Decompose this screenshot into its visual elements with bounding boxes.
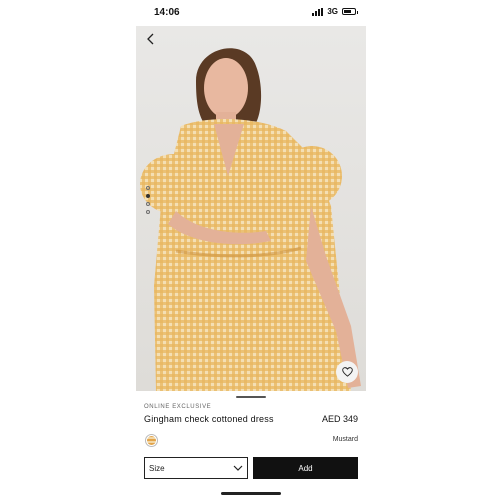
app-screen: 14:06 3G ONLINE EXCLUSIVE Gingham check … [136,0,366,500]
size-label: Size [149,463,165,473]
color-swatch[interactable] [145,434,158,447]
gallery-dot[interactable] [146,186,150,190]
signal-icon [312,7,324,16]
chevron-left-icon [147,33,154,45]
gallery-dot[interactable] [146,202,150,206]
network-type: 3G [327,7,338,16]
product-title: Gingham check cottoned dress [144,414,274,424]
chevron-down-icon [233,465,243,471]
battery-level [344,10,351,13]
add-to-bag-button[interactable]: Add [253,457,358,479]
product-price: AED 349 [321,414,358,424]
mustard-swatch-fill [147,436,156,445]
selected-color-name: Mustard [332,436,358,443]
wishlist-button[interactable] [336,361,358,383]
product-image[interactable] [136,26,366,391]
sheet-drag-handle[interactable] [236,396,266,398]
heart-icon [341,367,353,377]
size-dropdown[interactable]: Size [144,457,248,479]
status-indicators: 3G [312,7,358,16]
gallery-pagination[interactable] [146,186,150,214]
back-button[interactable] [142,30,160,48]
gallery-dot[interactable] [146,194,150,198]
status-bar: 14:06 3G [136,0,366,26]
home-indicator [221,492,281,495]
gallery-dot[interactable] [146,210,150,214]
status-time: 14:06 [154,7,180,18]
battery-icon [342,8,358,15]
online-exclusive-badge: ONLINE EXCLUSIVE [144,404,212,410]
model-photo [140,48,361,391]
